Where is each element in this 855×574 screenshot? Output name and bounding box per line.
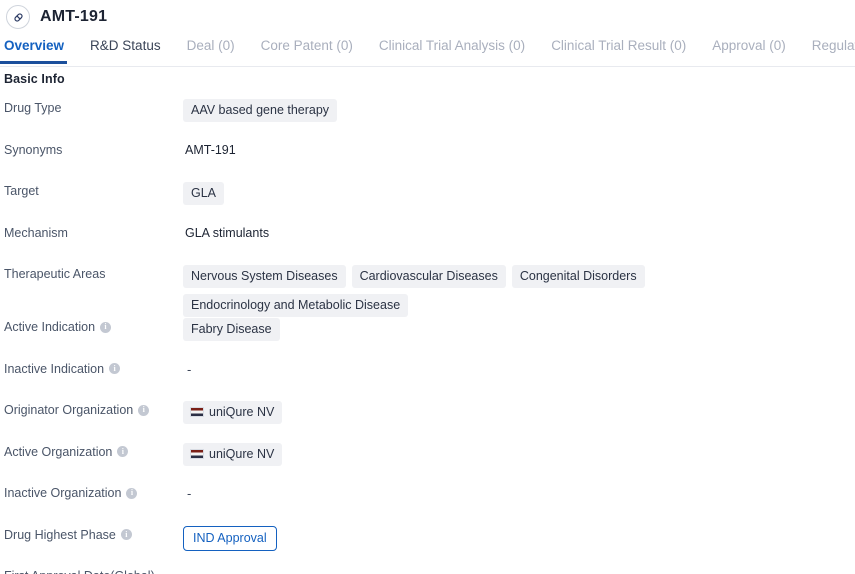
info-row-label: Target — [0, 181, 183, 199]
empty-value: - — [187, 361, 192, 377]
value-text: GLA stimulants — [185, 226, 270, 240]
section-title-basic-info: Basic Info — [4, 72, 65, 86]
info-row: Drug Highest Phase IND Approval — [0, 525, 855, 567]
phase-badge[interactable]: IND Approval — [183, 525, 277, 551]
info-row-label: First Approval Date(Global) — [0, 566, 183, 574]
value-tag-organization[interactable]: uniQure NV — [183, 442, 283, 466]
value-text: AMT-191 — [185, 143, 236, 157]
organization-name: uniQure NV — [209, 446, 275, 461]
basic-info-table: Drug Type AAV based gene therapy Synonyms A… — [0, 86, 855, 574]
empty-value: - — [185, 569, 191, 574]
value-tag[interactable]: Nervous System Diseases — [183, 265, 346, 288]
tab-overview[interactable]: Overview — [0, 34, 68, 64]
info-circle-icon[interactable] — [120, 529, 132, 540]
value-tag[interactable]: Fabry Disease — [183, 318, 280, 341]
info-label-text: Inactive Indication — [4, 361, 105, 376]
info-row-label: Inactive Organization — [0, 483, 183, 501]
info-row-label: Therapeutic Areas — [0, 264, 183, 282]
info-label-text: Inactive Organization — [4, 486, 122, 500]
page-title: AMT-191 — [40, 8, 108, 25]
info-row-label: Synonyms — [0, 140, 183, 158]
info-label-text: Originator Organization — [4, 403, 134, 417]
info-row-label: Inactive Indication — [0, 359, 183, 377]
info-label-text: Therapeutic Areas — [4, 267, 106, 281]
info-row: Target GLA — [0, 181, 855, 223]
info-row-value: IND Approval — [183, 525, 855, 551]
page-header: AMT-191 — [0, 0, 855, 34]
info-label-text: Drug Type — [4, 101, 62, 115]
info-circle-icon[interactable] — [126, 487, 138, 499]
info-label-text: Active Organization — [4, 444, 113, 459]
info-label-text: Target — [4, 184, 39, 198]
info-row: Mechanism GLA stimulants — [0, 223, 855, 265]
info-circle-icon[interactable] — [100, 321, 112, 333]
info-row-value: AMT-191 — [183, 140, 855, 158]
info-row-label: Originator Organization — [0, 400, 183, 418]
info-row-value: Fabry Disease — [183, 317, 855, 341]
tab-r-d-status[interactable]: R&D Status — [90, 34, 161, 63]
info-row-value: AAV based gene therapy — [183, 98, 855, 122]
organization-name: uniQure NV — [209, 405, 275, 419]
info-label-text: Active Indication — [4, 320, 96, 334]
info-label-text: First Approval Date(Global) — [4, 568, 155, 574]
info-row: Drug Type AAV based gene therapy — [0, 98, 855, 140]
value-tag[interactable]: GLA — [183, 182, 225, 205]
info-row: Therapeutic Areas Nervous System Diseases… — [0, 264, 855, 317]
info-row-value: Nervous System Diseases Cardiovascular Di… — [183, 264, 855, 317]
value-tag[interactable]: Cardiovascular Diseases — [351, 265, 506, 288]
info-circle-icon[interactable] — [109, 363, 121, 374]
tabbar: Overview R&D Status Deal (0) Core Patent (0… — [0, 34, 855, 67]
tab-core-patent-0[interactable]: Core Patent (0) — [261, 34, 353, 63]
drug-detail-page: AMT-191 Overview R&D Status Deal (0) Core P… — [0, 0, 855, 574]
info-row: Active Indication Fabry Disease — [0, 317, 855, 359]
info-row: Synonyms AMT-191 — [0, 140, 855, 182]
info-circle-icon[interactable] — [117, 446, 129, 457]
tab-clinical-trial-result-0[interactable]: Clinical Trial Result (0) — [551, 34, 686, 63]
info-row-value: GLA stimulants — [183, 223, 855, 241]
info-row: First Approval Date(Global) - — [0, 566, 855, 574]
info-row: Originator Organization uniQure NV — [0, 400, 855, 442]
netherlands-flag-icon — [190, 407, 204, 417]
info-row-label: Drug Type — [0, 98, 183, 116]
info-row: Inactive Organization - — [0, 483, 855, 525]
capsule-pill-icon — [6, 5, 30, 29]
tab-deal-0[interactable]: Deal (0) — [187, 34, 235, 63]
info-row-value: uniQure NV — [183, 442, 855, 466]
info-row: Inactive Indication - — [0, 359, 855, 401]
info-row-value: - — [183, 359, 855, 377]
empty-value: - — [187, 486, 192, 501]
info-row-value: uniQure NV — [183, 400, 855, 424]
info-circle-icon[interactable] — [138, 404, 150, 416]
info-label-text: Mechanism — [4, 225, 68, 240]
info-row-label: Mechanism — [0, 223, 183, 241]
info-label-text: Drug Highest Phase — [4, 527, 116, 542]
info-row-label: Active Organization — [0, 442, 183, 460]
value-tag[interactable]: Endocrinology and Metabolic Disease — [183, 294, 409, 317]
tab-regulation-0[interactable]: Regulation (0) — [812, 34, 855, 63]
info-label-text: Synonyms — [4, 142, 63, 157]
info-row-value: GLA — [183, 181, 855, 205]
value-tag-organization[interactable]: uniQure NV — [183, 401, 283, 424]
value-tag[interactable]: Congenital Disorders — [511, 265, 645, 288]
value-tag[interactable]: AAV based gene therapy — [183, 99, 338, 122]
tab-approval-0[interactable]: Approval (0) — [712, 34, 786, 63]
tab-clinical-trial-analysis-0[interactable]: Clinical Trial Analysis (0) — [379, 34, 525, 63]
info-row-value: - — [183, 483, 855, 501]
info-row-value: - — [183, 566, 855, 574]
info-row-label: Active Indication — [0, 317, 183, 335]
info-row: Active Organization uniQure NV — [0, 442, 855, 484]
netherlands-flag-icon — [190, 448, 204, 459]
info-row-label: Drug Highest Phase — [0, 525, 183, 543]
